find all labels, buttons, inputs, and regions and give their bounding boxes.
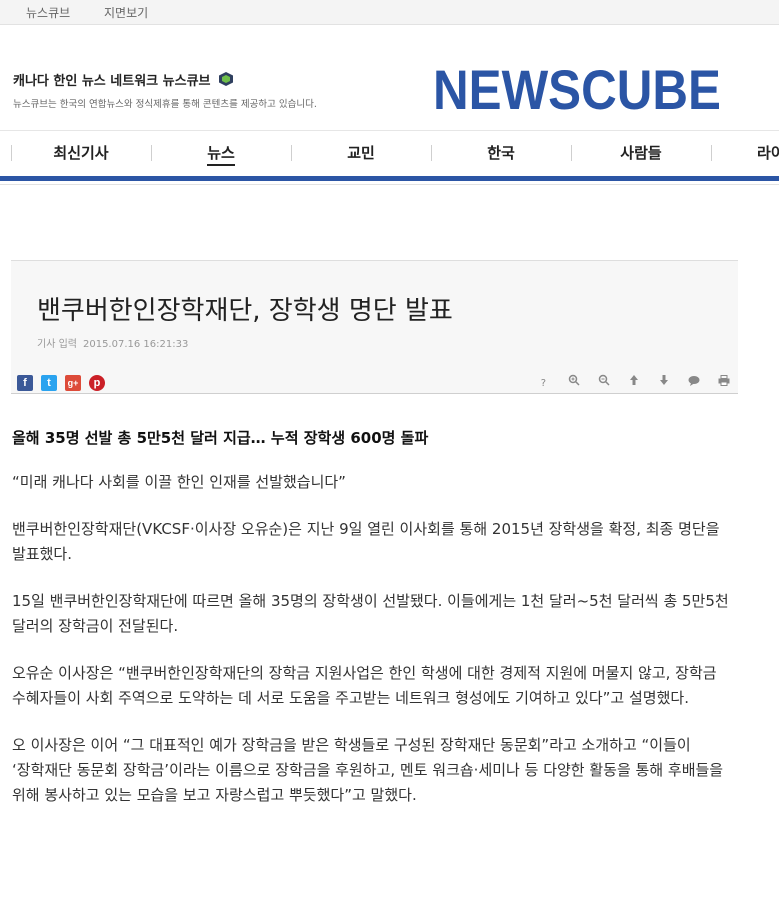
article-meta: 기사 입력 2015.07.16 16:21:33 — [37, 335, 188, 350]
zoom-in-icon[interactable] — [566, 374, 582, 390]
site-tagline: 캐나다 한인 뉴스 네트워크 뉴스큐브 — [13, 70, 234, 91]
cube-logo-icon — [218, 71, 234, 91]
nav-item-korea[interactable]: 한국 — [431, 131, 571, 175]
nav-item-community[interactable]: 교민 — [291, 131, 431, 175]
article-headline: 밴쿠버한인장학재단, 장학생 명단 발표 — [37, 296, 453, 327]
arrow-down-icon[interactable] — [656, 374, 672, 390]
facebook-icon[interactable]: f — [17, 375, 33, 391]
newscube-wordmark-logo[interactable]: NEWSCUBE — [433, 60, 723, 116]
nav-item-latest[interactable]: 최신기사 — [11, 131, 151, 175]
help-icon[interactable]: ? — [535, 376, 551, 392]
nav-divider-line — [0, 184, 779, 185]
site-tagline-text: 캐나다 한인 뉴스 네트워크 뉴스큐브 — [13, 74, 211, 89]
nav-item-news[interactable]: 뉴스 — [151, 131, 291, 175]
site-description: 뉴스큐브는 한국의 연합뉴스와 정식제휴를 통해 콘텐츠를 제공하고 있습니다. — [13, 99, 317, 110]
article-body: 올해 35명 선발 총 5만5천 달러 지급… 누적 장학생 600명 돌파 “… — [12, 426, 739, 830]
google-plus-icon[interactable]: g+ — [65, 375, 81, 391]
zoom-out-icon[interactable] — [596, 374, 612, 390]
nav-accent-rule — [0, 176, 779, 181]
article-subheadline: 올해 35명 선발 총 5만5천 달러 지급… 누적 장학생 600명 돌파 — [12, 429, 429, 447]
article-paragraph: “미래 캐나다 사회를 이끌 한인 인재를 선발했습니다” — [12, 473, 346, 491]
top-utility-bar: 뉴스큐브 지면보기 — [0, 0, 779, 25]
meta-label: 기사 입력 — [37, 339, 77, 350]
main-navigation: 최신기사 뉴스 교민 한국 사람들 라이 — [0, 130, 779, 175]
meta-date: 2015.07.16 16:21:33 — [82, 339, 189, 350]
nav-item-people[interactable]: 사람들 — [571, 131, 711, 175]
twitter-icon[interactable]: t — [41, 375, 57, 391]
article-paragraph: 밴쿠버한인장학재단(VKCSF·이사장 오유순)은 지난 9일 열린 이사회를 … — [12, 520, 720, 563]
pinterest-icon[interactable]: p — [89, 375, 105, 391]
nav-item-life[interactable]: 라이 — [711, 131, 779, 175]
share-buttons: f t g+ p — [17, 371, 113, 391]
print-icon[interactable] — [716, 375, 732, 391]
article-paragraph: 오유순 이사장은 “밴쿠버한인장학재단의 장학금 지원사업은 한인 학생에 대한… — [12, 664, 717, 707]
comment-icon[interactable] — [686, 375, 702, 391]
arrow-up-icon[interactable] — [626, 374, 642, 390]
article-tools: ? — [526, 371, 732, 390]
wordmark-text: NEWSCUBE — [433, 60, 721, 116]
article-header: 밴쿠버한인장학재단, 장학생 명단 발표 기사 입력 2015.07.16 16:… — [11, 260, 738, 394]
article-paragraph: 오 이사장은 이어 “그 대표적인 예가 장학금을 받은 학생들로 구성된 장학… — [12, 736, 724, 804]
topbar-link-print-edition[interactable]: 지면보기 — [104, 4, 148, 21]
topbar-link-newscube[interactable]: 뉴스큐브 — [26, 4, 70, 21]
article-paragraph: 15일 밴쿠버한인장학재단에 따르면 올해 35명의 장학생이 선발됐다. 이들… — [12, 592, 729, 635]
